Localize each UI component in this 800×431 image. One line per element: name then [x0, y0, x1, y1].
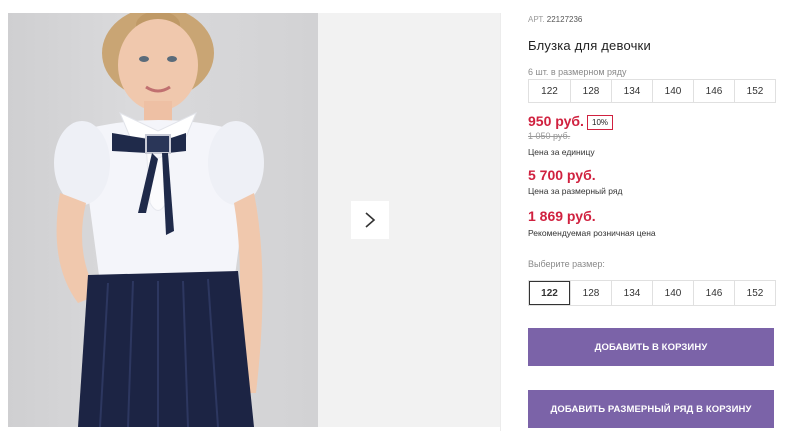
- size-option[interactable]: 140: [652, 281, 693, 305]
- choose-size-label: Выберите размер:: [528, 259, 605, 269]
- pack-size-cell: 152: [734, 80, 775, 102]
- pack-size-cell: 128: [570, 80, 611, 102]
- pack-size-cell: 140: [652, 80, 693, 102]
- product-photo[interactable]: [8, 13, 318, 427]
- product-title: Блузка для девочки: [528, 38, 651, 53]
- girl-in-blouse-illustration: [54, 13, 264, 427]
- pack-price-caption: Цена за размерный ряд: [528, 186, 623, 196]
- retail-price: 1 869 руб.: [528, 208, 596, 224]
- pack-price: 5 700 руб.: [528, 167, 596, 183]
- size-option-selected[interactable]: 122: [529, 281, 570, 305]
- size-option[interactable]: 128: [570, 281, 611, 305]
- pack-size-cell: 146: [693, 80, 734, 102]
- product-gallery: [8, 13, 501, 427]
- discount-badge: 10%: [587, 115, 614, 130]
- article-number: АРТ. 22127236: [528, 15, 582, 24]
- pack-size-cell: 122: [541, 85, 558, 97]
- next-photo-button[interactable]: [351, 201, 389, 239]
- unit-price-caption: Цена за единицу: [528, 147, 595, 157]
- size-option[interactable]: 134: [611, 281, 652, 305]
- unit-price: 950 руб.: [528, 113, 584, 129]
- chevron-right-icon: [365, 212, 376, 228]
- old-price: 1 050 руб.: [528, 131, 571, 141]
- pack-size-grid: 122 128 134 140 146 152: [528, 79, 776, 103]
- add-pack-to-cart-button[interactable]: ДОБАВИТЬ РАЗМЕРНЫЙ РЯД В КОРЗИНУ: [528, 390, 774, 428]
- pack-size-label: 6 шт. в размерном ряду: [528, 67, 627, 77]
- article-label: АРТ.: [528, 15, 545, 24]
- add-to-cart-button[interactable]: ДОБАВИТЬ В КОРЗИНУ: [528, 328, 774, 366]
- size-option[interactable]: 146: [693, 281, 734, 305]
- size-option[interactable]: 152: [734, 281, 775, 305]
- pack-size-cell: 134: [611, 80, 652, 102]
- size-selector: 122 128 134 140 146 152: [528, 280, 776, 306]
- article-value: 22127236: [546, 15, 583, 24]
- next-photo-panel: [318, 13, 501, 427]
- vertical-divider: [500, 13, 501, 431]
- retail-price-caption: Рекомендуемая розничная цена: [528, 228, 656, 238]
